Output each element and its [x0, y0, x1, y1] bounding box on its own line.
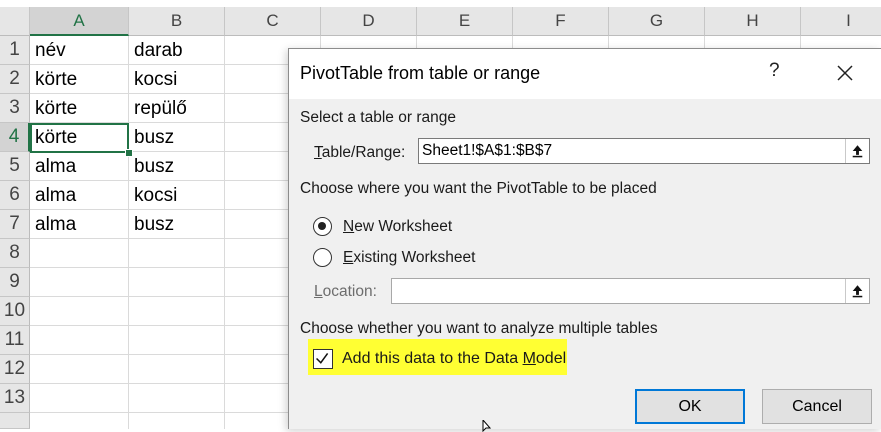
column-header-g[interactable]: G	[609, 7, 705, 36]
fill-handle[interactable]	[125, 149, 133, 157]
row-header-8[interactable]: 8	[0, 239, 30, 268]
column-header-d[interactable]: D	[321, 7, 417, 36]
row-header-5[interactable]: 5	[0, 152, 30, 181]
help-button[interactable]: ?	[769, 60, 780, 82]
location-input[interactable]	[391, 278, 870, 304]
data-model-accesskey: M	[522, 350, 536, 367]
row-header-11[interactable]: 11	[0, 326, 30, 355]
column-header-a[interactable]: A	[30, 7, 129, 36]
check-icon	[316, 352, 329, 364]
ribbon-edge	[0, 0, 881, 7]
cell-a3[interactable]: körte	[30, 94, 77, 123]
table-range-label-text: able/Range:	[321, 144, 406, 161]
range-picker-icon[interactable]	[845, 139, 869, 163]
dialog-titlebar[interactable]: PivotTable from table or range ?	[289, 49, 881, 99]
cell-b4[interactable]: busz	[129, 123, 174, 152]
row-header-10[interactable]: 10	[0, 297, 30, 326]
ok-button[interactable]: OK	[635, 389, 745, 424]
column-header-h[interactable]: H	[705, 7, 801, 36]
section-multiple-label: Choose whether you want to analyze multi…	[300, 320, 658, 337]
row-header-3[interactable]: 3	[0, 94, 30, 123]
cell-a1[interactable]: név	[30, 36, 66, 65]
table-range-input[interactable]: Sheet1!$A$1:$B$7	[418, 138, 870, 164]
cell-b6[interactable]: kocsi	[129, 181, 177, 210]
cell-b1[interactable]: darab	[129, 36, 183, 65]
range-picker-icon[interactable]	[845, 279, 869, 303]
row-header-9[interactable]: 9	[0, 268, 30, 297]
table-range-label: Table/Range:	[314, 144, 405, 162]
table-range-value: Sheet1!$A$1:$B$7	[422, 142, 553, 159]
new-worksheet-accesskey: N	[343, 218, 355, 235]
row-header-12[interactable]: 12	[0, 355, 30, 384]
cell-a5[interactable]: alma	[30, 152, 76, 181]
radio-selected-dot	[318, 222, 326, 230]
cell-b5[interactable]: busz	[129, 152, 174, 181]
active-cell-border	[30, 123, 129, 153]
row-header-2[interactable]: 2	[0, 65, 30, 94]
close-icon[interactable]	[834, 62, 856, 84]
mouse-cursor-icon	[482, 420, 492, 432]
existing-worksheet-radio[interactable]	[313, 248, 332, 267]
table-range-accesskey: T	[314, 144, 322, 161]
location-label-text: ocation:	[322, 283, 377, 300]
column-header-b[interactable]: B	[129, 7, 225, 36]
pivottable-dialog: PivotTable from table or range ? Select …	[288, 48, 881, 429]
location-accesskey: L	[314, 283, 323, 300]
data-model-label-post: odel	[535, 350, 567, 367]
column-header-i[interactable]: I	[801, 7, 881, 36]
existing-worksheet-label[interactable]: Existing Worksheet	[343, 249, 475, 267]
cell-a6[interactable]: alma	[30, 181, 76, 210]
new-worksheet-label-text: ew Worksheet	[354, 218, 453, 235]
location-label: Location:	[314, 283, 377, 301]
new-worksheet-label[interactable]: New Worksheet	[343, 218, 452, 236]
new-worksheet-radio[interactable]	[313, 217, 332, 236]
cell-b3[interactable]: repülő	[129, 94, 187, 123]
data-model-checkbox[interactable]	[313, 349, 333, 369]
data-model-label-pre: Add this data to the Data	[342, 350, 523, 367]
row-header-4[interactable]: 4	[0, 123, 30, 152]
dialog-title: PivotTable from table or range	[300, 63, 541, 83]
data-model-label[interactable]: Add this data to the Data Model	[342, 350, 566, 368]
existing-worksheet-label-text: xisting Worksheet	[353, 249, 476, 266]
cell-b7[interactable]: busz	[129, 210, 174, 239]
cancel-button[interactable]: Cancel	[762, 389, 872, 424]
existing-worksheet-accesskey: E	[343, 249, 354, 266]
row-header-13[interactable]: 13	[0, 384, 30, 413]
row-header-1[interactable]: 1	[0, 36, 30, 65]
section-placement-label: Choose where you want the PivotTable to …	[300, 180, 657, 197]
row-header-7[interactable]: 7	[0, 210, 30, 239]
column-header-e[interactable]: E	[417, 7, 513, 36]
cell-a7[interactable]: alma	[30, 210, 76, 239]
grid-line	[224, 36, 225, 429]
select-all-corner[interactable]	[0, 7, 30, 36]
column-header-c[interactable]: C	[225, 7, 321, 36]
cell-a2[interactable]: körte	[30, 65, 77, 94]
section-source-label: Select a table or range	[300, 109, 456, 126]
column-header-f[interactable]: F	[513, 7, 609, 36]
row-header-14[interactable]	[0, 413, 30, 429]
row-header-6[interactable]: 6	[0, 181, 30, 210]
cell-b2[interactable]: kocsi	[129, 65, 177, 94]
